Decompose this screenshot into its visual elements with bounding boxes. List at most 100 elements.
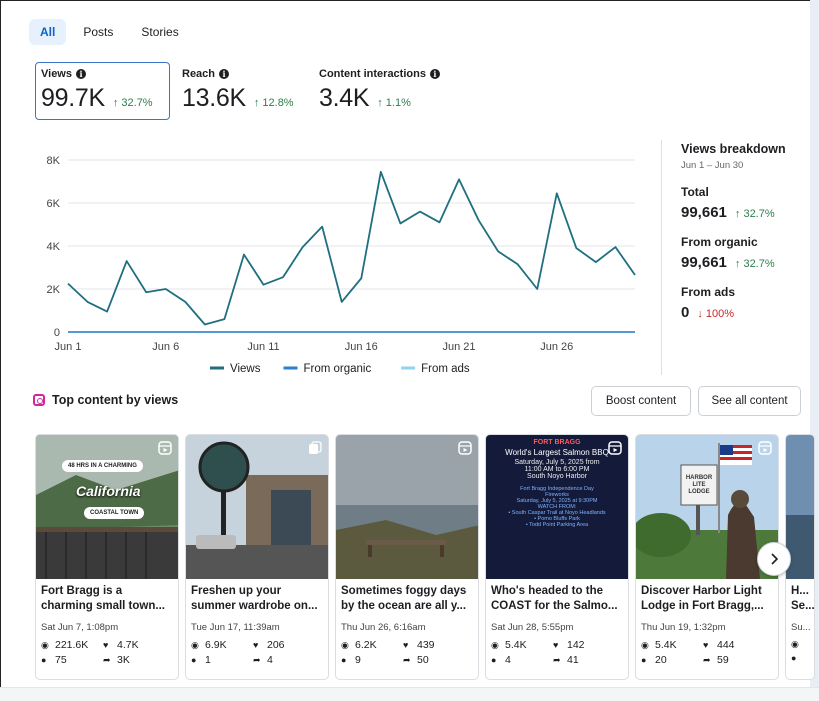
views-count: 6.2K: [355, 639, 377, 651]
overlay-text: Saturday, July 5, 2025 from: [514, 459, 600, 466]
breakdown-total-label: Total: [681, 185, 709, 199]
heart-icon: ♥: [553, 640, 559, 650]
overlay-text: COASTAL TOWN: [84, 507, 145, 519]
breakdown-title: Views breakdown: [681, 142, 786, 156]
metric-change: ↑ 32.7%: [112, 97, 153, 109]
post-title: Fort Bragg is a charming small town...: [41, 585, 165, 612]
shares-count: 59: [717, 654, 729, 666]
x-tick-label: Jun 26: [540, 341, 573, 353]
divider: [661, 140, 662, 375]
share-icon: ➦: [253, 654, 261, 665]
metric-reach[interactable]: Reach i 13.6K ↑ 12.8%: [182, 68, 312, 126]
heart-icon: ♥: [253, 640, 259, 650]
x-tick-label: Jun 16: [345, 341, 378, 353]
y-tick-label: 6K: [47, 198, 61, 210]
content-card[interactable]: 48 HRS IN A CHARMING California COASTAL …: [35, 434, 179, 680]
breakdown-date-range: Jun 1 – Jun 30: [681, 160, 744, 171]
metric-label: Reach: [182, 68, 216, 80]
top-content-header: Top content by views: [33, 393, 178, 407]
series-line-views: [67, 170, 636, 326]
tab-all[interactable]: All: [29, 19, 67, 45]
comment-icon: ●: [491, 655, 497, 665]
views-line-chart: 0 2K 4K 6K 8K Jun 1 Jun 6 Jun 11 Jun 16 Jun 21 Jun…: [47, 155, 636, 375]
post-date: Sat Jun 28, 5:55pm: [491, 622, 574, 633]
content-card[interactable]: Freshen up your summer wardrobe on... Tu…: [185, 434, 329, 680]
reel-icon: [608, 441, 622, 455]
views-count: 6.9K: [205, 639, 227, 651]
breakdown-ads-value: 0: [681, 304, 690, 321]
comments-count: 4: [505, 654, 511, 666]
metric-value: 3.4K: [319, 84, 370, 112]
post-date: Su...: [791, 622, 811, 633]
info-icon[interactable]: i: [76, 69, 86, 79]
see-all-content-button[interactable]: See all content: [698, 386, 801, 416]
content-card[interactable]: FORT BRAGG World's Largest Salmon BBQ Sa…: [485, 434, 629, 680]
comment-icon: ●: [791, 653, 797, 663]
eye-icon: ◉: [641, 639, 649, 650]
y-tick-label: 0: [54, 327, 60, 339]
chevron-right-icon: [771, 553, 779, 565]
comment-icon: ●: [191, 655, 197, 665]
boost-content-button[interactable]: Boost content: [591, 386, 691, 416]
comments-count: 20: [655, 654, 667, 666]
post-title: Discover Harbor Light Lodge in Fort Brag…: [641, 585, 764, 612]
x-tick-label: Jun 6: [152, 341, 179, 353]
y-tick-label: 2K: [47, 284, 61, 296]
eye-icon: ◉: [41, 639, 49, 650]
breakdown-organic-change: ↑ 32.7%: [734, 258, 775, 270]
y-tick-label: 4K: [47, 241, 61, 253]
breakdown-total-change: ↑ 32.7%: [734, 208, 775, 220]
post-thumbnail: [336, 435, 478, 579]
share-icon: ➦: [103, 654, 111, 665]
shares-count: 50: [417, 654, 429, 666]
share-icon: ➦: [403, 654, 411, 665]
metric-value: 13.6K: [182, 84, 246, 112]
metric-value: 99.7K: [41, 84, 105, 112]
post-title: Who's headed to the COAST for the Salmo.…: [491, 585, 618, 612]
post-title: Freshen up your summer wardrobe on...: [191, 585, 318, 612]
post-thumbnail: [186, 435, 328, 579]
post-thumbnail: 48 HRS IN A CHARMING California COASTAL …: [36, 435, 178, 579]
metric-change: ↑ 1.1%: [377, 97, 411, 109]
metric-change: ↑ 12.8%: [253, 97, 294, 109]
overlay-text: South Noyo Harbor: [527, 473, 587, 480]
x-tick-label: Jun 21: [443, 341, 476, 353]
views-count: 5.4K: [505, 639, 527, 651]
tab-posts[interactable]: Posts: [72, 19, 124, 45]
top-content-title: Top content by views: [52, 393, 179, 407]
carousel-icon: [309, 441, 322, 454]
overlay-text: FORT BRAGG: [533, 439, 581, 446]
eye-icon: ◉: [491, 639, 499, 650]
legend-label: From ads: [421, 363, 470, 375]
reel-icon: [458, 441, 472, 455]
metric-views[interactable]: Views i 99.7K ↑ 32.7%: [35, 62, 170, 120]
content-card[interactable]: Sometimes foggy days by the ocean are al…: [335, 434, 479, 680]
post-date: Sat Jun 7, 1:08pm: [41, 622, 119, 633]
info-icon[interactable]: i: [429, 69, 440, 79]
post-title: Sometimes foggy days by the ocean are al…: [341, 585, 467, 612]
breakdown-organic-label: From organic: [681, 235, 758, 249]
legend-label: From organic: [304, 363, 372, 375]
info-icon[interactable]: i: [219, 69, 230, 79]
comments-count: 9: [355, 654, 361, 666]
reel-icon: [158, 441, 172, 455]
metric-content-interactions[interactable]: Content interactions i 3.4K ↑ 1.1%: [319, 68, 479, 126]
likes-count: 4.7K: [117, 639, 139, 651]
eye-icon: ◉: [341, 639, 349, 650]
post-thumbnail: FORT BRAGG World's Largest Salmon BBQ Sa…: [486, 435, 628, 579]
breakdown-ads-change: ↓ 100%: [697, 308, 735, 320]
breakdown-ads-label: From ads: [681, 285, 736, 299]
carousel-next-button[interactable]: [757, 542, 791, 576]
breakdown-total-value: 99,661: [681, 204, 727, 221]
overlay-text: World's Largest Salmon BBQ: [505, 448, 609, 457]
overlay-text: • Todd Point Parking Area: [525, 522, 589, 528]
reel-icon: [758, 441, 772, 455]
x-tick-label: Jun 11: [247, 341, 279, 353]
post-date: Tue Jun 17, 11:39am: [191, 622, 280, 633]
share-icon: ➦: [703, 654, 711, 665]
likes-count: 439: [417, 639, 435, 651]
overlay-text: 48 HRS IN A CHARMING: [62, 460, 143, 472]
post-title: H... Se...: [791, 585, 814, 612]
tab-stories[interactable]: Stories: [130, 19, 189, 45]
comment-icon: ●: [341, 655, 347, 665]
